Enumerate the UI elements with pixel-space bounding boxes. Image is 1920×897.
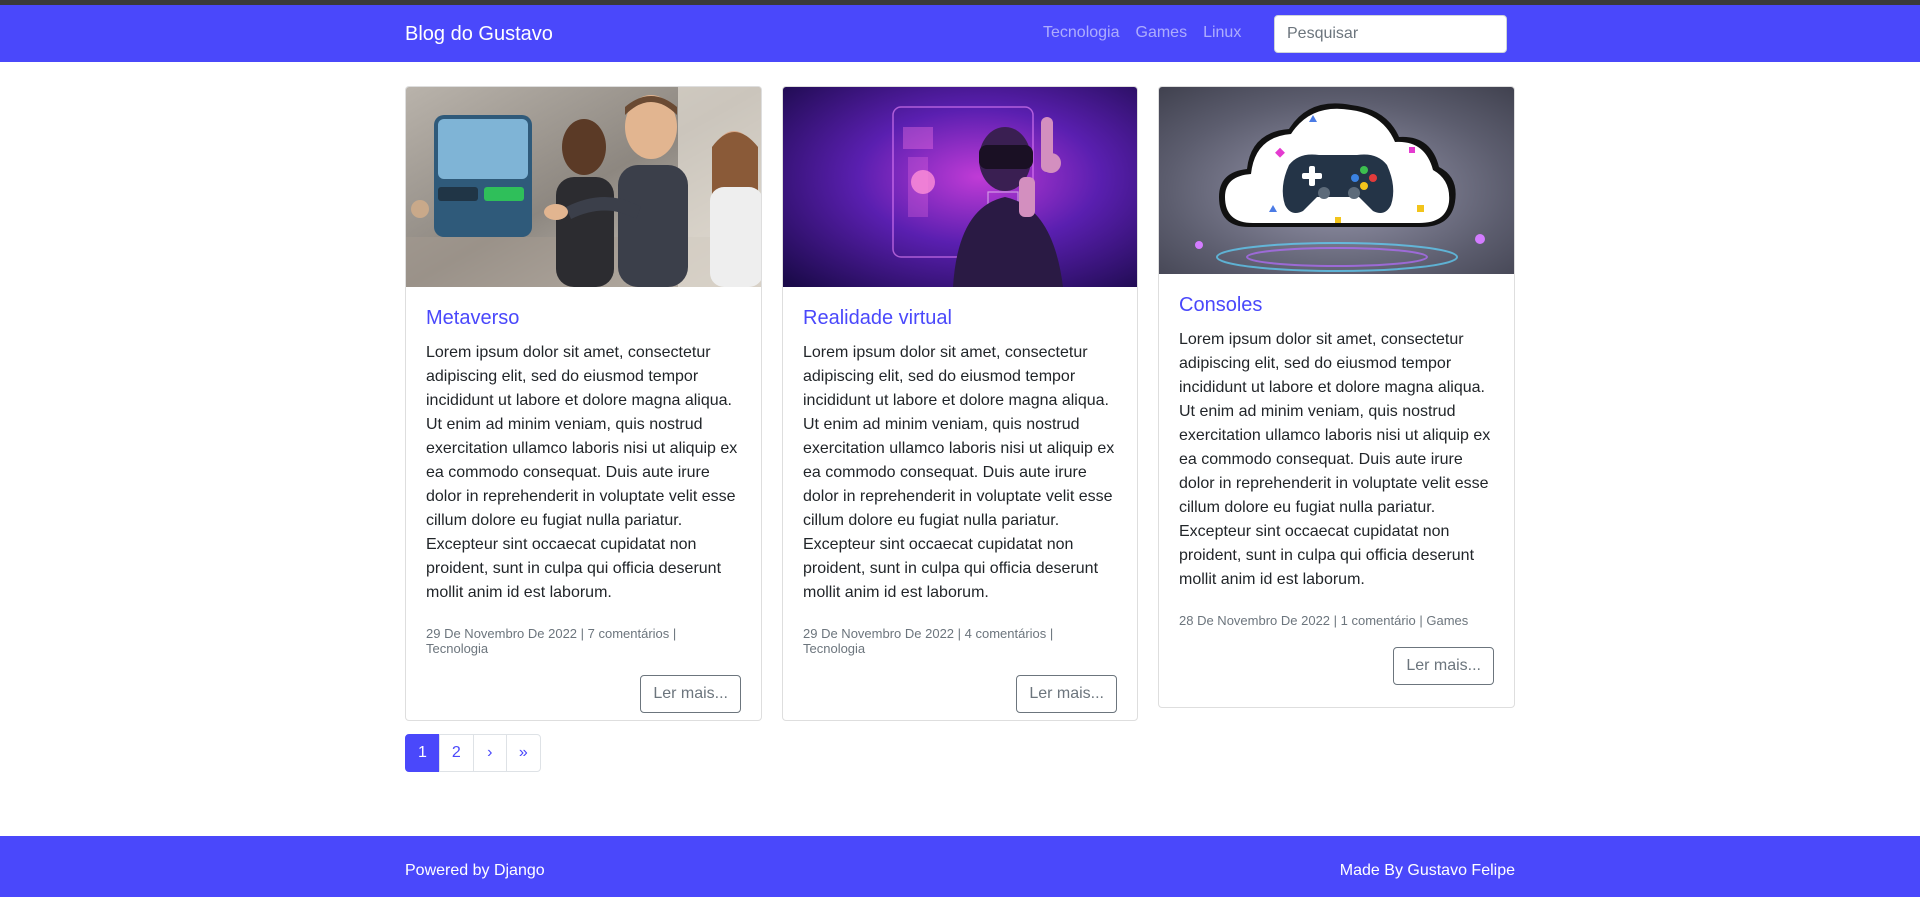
post-card-consoles: Consoles Lorem ipsum dolor sit amet, con…	[1158, 86, 1515, 708]
post-card-realidade-virtual: Realidade virtual Lorem ipsum dolor sit …	[782, 86, 1138, 721]
page-1-link[interactable]: 1	[405, 734, 440, 772]
gamepad-cloud-image[interactable]	[1159, 87, 1514, 274]
footer: Powered by Django Made By Gustavo Felipe	[0, 836, 1920, 897]
post-excerpt: Lorem ipsum dolor sit amet, consectetur …	[1179, 331, 1491, 588]
footer-author: Made By Gustavo Felipe	[1339, 862, 1515, 879]
read-more-button[interactable]: Ler mais...	[1393, 647, 1494, 685]
post-excerpt: Lorem ipsum dolor sit amet, consectetur …	[803, 344, 1115, 601]
nav-link-games[interactable]: Games	[1136, 24, 1188, 42]
next-page-link[interactable]: ›	[472, 734, 507, 772]
footer-powered-by: Powered by Django	[405, 862, 545, 879]
post-card-metaverso: Metaverso Lorem ipsum dolor sit amet, co…	[405, 86, 762, 721]
nav-links: Tecnologia Games Linux	[1043, 24, 1241, 42]
post-title-link[interactable]: Realidade virtual	[803, 307, 1117, 330]
brand-link[interactable]: Blog do Gustavo	[405, 23, 553, 46]
nav-link-tecnologia[interactable]: Tecnologia	[1043, 24, 1120, 42]
navbar: Blog do Gustavo Tecnologia Games Linux	[0, 5, 1920, 62]
card-body: Metaverso Lorem ipsum dolor sit amet, co…	[406, 287, 761, 720]
card-body: Realidade virtual Lorem ipsum dolor sit …	[783, 287, 1137, 720]
read-more-button[interactable]: Ler mais...	[640, 675, 741, 713]
pagination: 1 2 › »	[405, 734, 541, 772]
search-input[interactable]	[1274, 15, 1507, 53]
card-body: Consoles Lorem ipsum dolor sit amet, con…	[1159, 274, 1514, 705]
vr-headset-image[interactable]	[783, 87, 1137, 287]
post-title-link[interactable]: Metaverso	[426, 307, 741, 330]
page-2-link[interactable]: 2	[438, 734, 474, 772]
post-excerpt: Lorem ipsum dolor sit amet, consectetur …	[426, 344, 738, 601]
post-meta: 29 De Novembro De 2022 | 7 comentários |…	[426, 626, 677, 656]
post-meta: 29 De Novembro De 2022 | 4 comentários |…	[803, 626, 1054, 656]
last-page-link[interactable]: »	[505, 734, 541, 772]
post-meta: 28 De Novembro De 2022 | 1 comentário | …	[1179, 613, 1469, 628]
nav-link-linux[interactable]: Linux	[1203, 24, 1241, 42]
read-more-button[interactable]: Ler mais...	[1016, 675, 1117, 713]
post-title-link[interactable]: Consoles	[1179, 294, 1494, 317]
metaverse-avatars-image[interactable]	[406, 87, 761, 287]
